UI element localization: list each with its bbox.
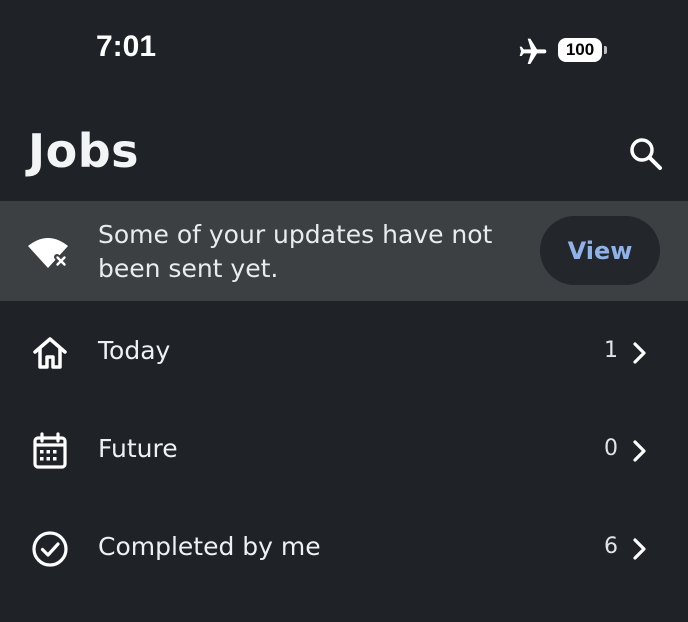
chevron-right-icon	[633, 440, 646, 462]
view-button[interactable]: View	[540, 216, 660, 285]
chevron-right-icon	[633, 342, 646, 364]
status-time: 7:01	[96, 30, 157, 63]
check-circle-icon	[32, 531, 68, 567]
battery-cap	[604, 46, 607, 54]
chevron-right-icon	[633, 538, 646, 560]
list-item-today[interactable]: Today 1	[0, 304, 688, 402]
list-item-label: Completed by me	[98, 532, 321, 561]
home-icon	[33, 337, 67, 369]
wifi-off-icon	[28, 238, 68, 268]
list-item-count: 1	[604, 338, 618, 363]
list-item-future[interactable]: Future 0	[0, 402, 688, 500]
calendar-icon	[33, 432, 67, 469]
list-item-completed[interactable]: Completed by me 6	[0, 500, 688, 598]
list-item-label: Future	[98, 434, 178, 463]
search-icon	[630, 138, 662, 170]
battery-indicator: 100	[558, 38, 602, 62]
search-button[interactable]	[624, 132, 668, 176]
airplane-icon	[519, 38, 547, 64]
banner-message: Some of your updates have not been sent …	[98, 220, 493, 283]
page-title: Jobs	[28, 124, 140, 178]
list-item-count: 6	[604, 534, 618, 559]
status-bar: 7:01 100	[0, 0, 688, 100]
list-item-label: Today	[98, 336, 171, 365]
list-item-count: 0	[604, 436, 618, 461]
